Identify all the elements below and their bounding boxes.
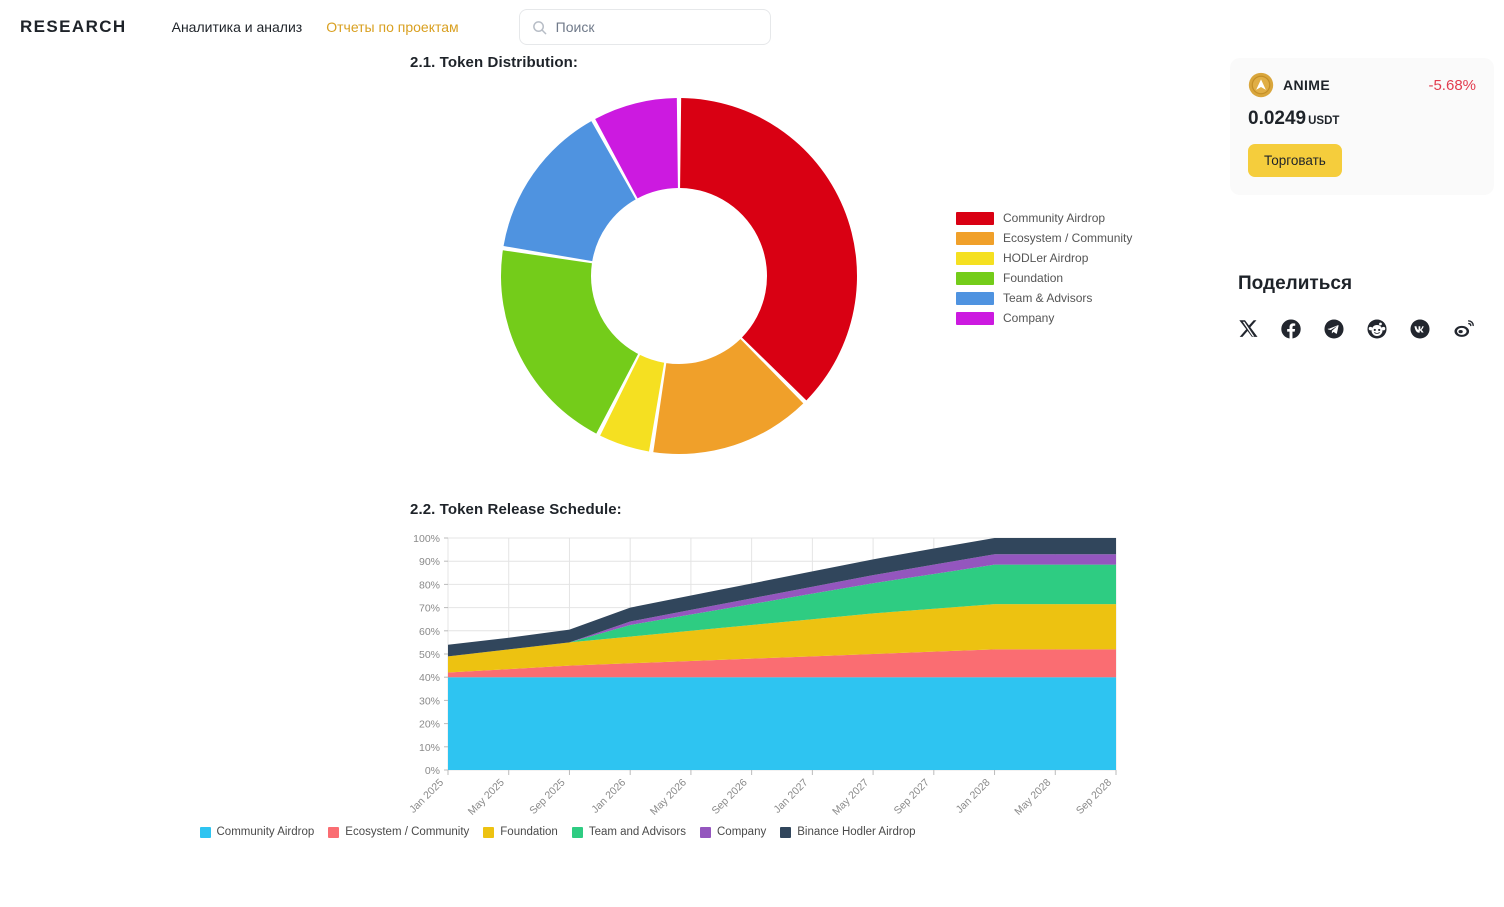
legend-swatch	[199, 826, 211, 838]
x-tick-label: Jan 2027	[771, 777, 810, 816]
x-tick-label: Jan 2028	[954, 777, 993, 816]
legend-label: Company	[717, 826, 767, 838]
x-tick-label: Sep 2027	[892, 777, 932, 817]
price-value: 0.0249	[1248, 108, 1307, 129]
legend-swatch	[956, 211, 994, 225]
legend-label: Binance Hodler Airdrop	[797, 826, 916, 838]
token-symbol: ANIME	[1283, 77, 1331, 93]
legend-label: Ecosystem / Community	[345, 826, 470, 838]
price-currency: USDT	[1308, 115, 1340, 127]
area-series[interactable]	[448, 677, 1116, 770]
nav-item-analytics[interactable]: Аналитика и анализ	[172, 19, 303, 35]
token-release-chart: 0% 10% 20% 30% 40% 50% 60% 70% 80% 90% 100% Jan 20…	[0, 528, 1190, 883]
legend-swatch	[956, 251, 994, 265]
legend-item[interactable]: Team and Advisors	[571, 826, 686, 838]
legend-swatch	[700, 826, 711, 838]
legend-label: Team & Advisors	[1003, 291, 1093, 305]
telegram-icon[interactable]	[1323, 318, 1345, 340]
y-tick-label: 40%	[419, 672, 440, 684]
nav-item-project-reports[interactable]: Отчеты по проектам	[326, 19, 458, 35]
y-tick-label: 20%	[419, 719, 440, 731]
price-change-percent: -5.68%	[1428, 76, 1476, 94]
share-heading: Поделиться	[1238, 273, 1353, 294]
x-tick-label: Sep 2028	[1074, 777, 1114, 817]
y-tick-label: 70%	[419, 603, 440, 615]
token-price: 0.0249 USDT	[1248, 108, 1476, 130]
legend-swatch	[571, 826, 583, 838]
vk-icon[interactable]	[1409, 318, 1431, 340]
legend-item[interactable]: Binance Hodler Airdrop	[780, 826, 915, 838]
search-icon	[532, 20, 547, 35]
legend-swatch	[956, 231, 994, 245]
share-icon-list	[1238, 317, 1504, 340]
legend-item[interactable]: Ecosystem / Community	[328, 826, 469, 838]
legend-item[interactable]: Foundation	[483, 826, 558, 838]
facebook-icon[interactable]	[1280, 318, 1302, 340]
legend-item[interactable]: Foundation	[956, 271, 1132, 285]
legend-swatch	[780, 826, 792, 838]
brand-logo: RESEARCH	[20, 17, 127, 36]
x-tick-label: May 2025	[466, 777, 507, 818]
legend-item[interactable]: Company	[956, 311, 1132, 325]
legend-item[interactable]: HODLer Airdrop	[956, 251, 1132, 265]
legend-label: Ecosystem / Community	[1003, 231, 1133, 245]
x-tick-label: Jan 2026	[589, 777, 628, 816]
legend-label: Company	[1003, 311, 1055, 325]
x-tick-label: May 2026	[648, 777, 689, 818]
legend-label: HODLer Airdrop	[1003, 251, 1089, 265]
reddit-icon[interactable]	[1366, 318, 1388, 340]
trade-button[interactable]: Торговать	[1248, 144, 1342, 177]
site-header: RESEARCH Аналитика и анализ Отчеты по пр…	[0, 0, 1504, 54]
y-tick-label: 50%	[419, 649, 440, 661]
y-tick-label: 10%	[419, 742, 440, 754]
y-tick-label: 30%	[419, 695, 440, 707]
area-chart-svg: 0% 10% 20% 30% 40% 50% 60% 70% 80% 90% 100% Jan 20…	[407, 533, 1117, 818]
legend-item[interactable]: Community Airdrop	[956, 211, 1132, 225]
x-tick-label: Sep 2026	[709, 777, 749, 817]
legend-label: Team and Advisors	[588, 826, 686, 838]
legend-swatch	[483, 826, 495, 838]
legend-label: Community Airdrop	[1003, 211, 1106, 225]
legend-label: Foundation	[1003, 271, 1064, 285]
legend-item[interactable]: Ecosystem / Community	[956, 231, 1132, 245]
weibo-icon[interactable]	[1452, 317, 1475, 340]
y-tick-label: 0%	[425, 765, 440, 777]
main-nav: Аналитика и анализ Отчеты по проектам	[172, 19, 459, 35]
donut-slice[interactable]	[680, 98, 857, 401]
legend-label: Community Airdrop	[216, 826, 315, 838]
legend-swatch	[956, 271, 994, 285]
donut-chart-svg	[501, 98, 857, 454]
x-tick-label: May 2027	[830, 777, 871, 818]
y-tick-label: 80%	[419, 579, 440, 591]
report-content: 2.1. Token Distribution: Community Airdr…	[0, 54, 1190, 883]
area-chart-legend: Community Airdrop Ecosystem / Community Fo…	[0, 826, 1115, 838]
donut-chart-legend: Community Airdrop Ecosystem / Community HO…	[956, 211, 1132, 325]
token-distribution-chart: Community Airdrop Ecosystem / Community HO…	[0, 81, 1190, 501]
y-tick-label: 100%	[413, 533, 440, 545]
anime-coin-icon	[1248, 72, 1274, 98]
legend-swatch	[956, 291, 994, 305]
y-tick-label: 60%	[419, 626, 440, 638]
search-input[interactable]: Поиск	[518, 9, 771, 45]
legend-swatch	[328, 826, 340, 838]
x-tick-label: Jan 2025	[407, 777, 446, 816]
legend-item[interactable]: Company	[700, 826, 766, 838]
legend-swatch	[956, 311, 994, 325]
x-tick-label: Sep 2025	[527, 777, 567, 817]
section-title-distribution: 2.1. Token Distribution:	[410, 54, 578, 71]
token-price-card: ANIME -5.68% 0.0249 USDT Торговать	[1230, 58, 1494, 195]
legend-label: Foundation	[500, 826, 558, 838]
ticker-header: ANIME -5.68%	[1248, 72, 1476, 98]
search-placeholder: Поиск	[555, 19, 595, 35]
x-twitter-icon[interactable]	[1238, 318, 1259, 339]
right-sidebar: ANIME -5.68% 0.0249 USDT Торговать Подели…	[1230, 54, 1504, 340]
x-tick-label: May 2028	[1012, 777, 1053, 818]
legend-item[interactable]: Team & Advisors	[956, 291, 1132, 305]
section-title-schedule: 2.2. Token Release Schedule:	[410, 501, 622, 518]
y-tick-label: 90%	[419, 556, 440, 568]
legend-item[interactable]: Community Airdrop	[199, 826, 315, 838]
